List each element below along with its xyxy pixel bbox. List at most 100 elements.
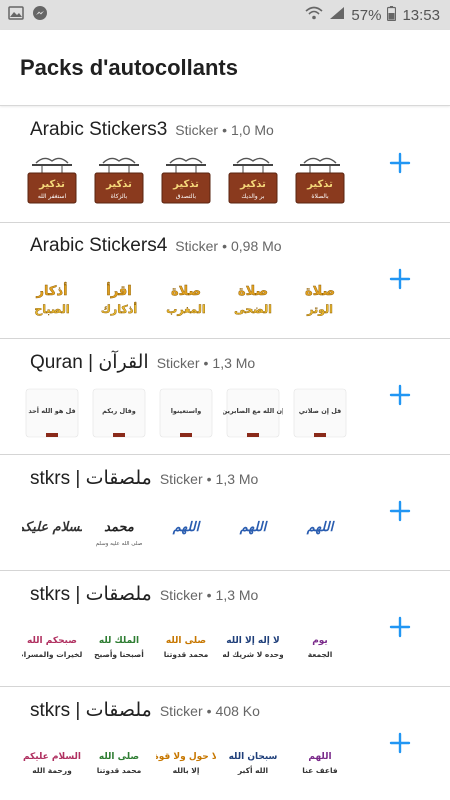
sticker-text: اللهم — [306, 520, 336, 535]
sticker-thumbnail: تذكير بر والديك — [228, 157, 278, 204]
sticker-text: تذكير — [38, 179, 65, 190]
pack-meta-separator: • — [206, 471, 212, 487]
sticker-subtext: الضحى — [234, 303, 272, 316]
sticker-text: تذكير — [306, 179, 333, 190]
sticker-thumbnail: محمد صلى الله عليه وسلم — [96, 520, 143, 547]
pack-header: Arabic Stickers4 Sticker • 0,98 Mo — [30, 235, 282, 257]
sticker-text: واستعينوا — [171, 407, 202, 415]
sticker-preview-strip: قل هو الله أحد وقال ربكم واستعينوا إن الله … — [22, 383, 350, 443]
sticker-text: اللهم — [239, 520, 269, 535]
sticker-text: قل هو الله أحد — [28, 406, 75, 415]
sticker-pack-row[interactable]: Arabic Stickers4 Sticker • 0,98 Mo أذكار الصب… — [0, 223, 450, 339]
sticker-thumbnail: قل إن صلاتي — [293, 388, 347, 438]
sticker-subtext: بر والديك — [241, 193, 264, 200]
messenger-notification-icon — [32, 5, 48, 26]
sticker-subtext: محمد قدوتنا — [164, 650, 209, 659]
pack-header: Quran | القرآن Sticker • 1,3 Mo — [30, 351, 255, 374]
sticker-subtext: أذكارك — [101, 302, 137, 316]
sticker-thumbnail: أذكار الصباح — [34, 282, 70, 316]
sticker-thumbnail: الملك لله أصبحنا وأصبح — [94, 636, 144, 659]
pack-header: stkrs | ملصقات Sticker • 1,3 Mo — [30, 467, 258, 490]
sticker-thumbnail: تذكير بالزكاة — [94, 157, 144, 204]
sticker-pack-list: Arabic Stickers3 Sticker • 1,0 Mo تذكير استغف… — [0, 107, 450, 800]
pack-name: Arabic Stickers3 — [30, 119, 168, 140]
add-pack-button[interactable] — [384, 147, 416, 179]
sticker-thumbnail: يوم الجمعة — [308, 636, 333, 659]
sticker-thumbnail: وقال ربكم — [92, 388, 146, 438]
pack-name: stkrs | ملصقات — [30, 700, 152, 721]
sticker-subtext: محمد قدوتنا — [97, 766, 142, 775]
sticker-pack-row[interactable]: stkrs | ملصقات Sticker•1,3 Mo السلام عليكم… — [0, 455, 450, 571]
sticker-text: صلى الله — [99, 752, 139, 762]
add-pack-button[interactable] — [384, 611, 416, 643]
sticker-text: السلام عليكم — [22, 520, 82, 535]
plus-icon — [389, 268, 411, 290]
pack-meta: Sticker • 1,3 Mo — [160, 471, 259, 487]
pack-meta: Sticker • 1,3 Mo — [157, 355, 256, 371]
pack-name: Arabic Stickers4 — [30, 235, 168, 256]
sticker-subtext: المغرب — [166, 303, 205, 316]
sticker-preview-strip: أذكار الصباح اقرأ أذكارك صلاة المغرب صلاة الضحى… — [22, 267, 350, 327]
sticker-text: صلاة — [238, 284, 268, 299]
sticker-thumbnail: السلام عليكم ورحمة الله — [23, 752, 81, 775]
sticker-text: السلام عليكم — [23, 752, 81, 762]
sticker-subtext: الله أكبر — [237, 765, 268, 775]
pack-size: 1,3 Mo — [215, 587, 259, 603]
sticker-text: لا حول ولا قوة — [156, 752, 216, 762]
pack-meta: Sticker • 1,0 Mo — [175, 122, 274, 138]
pack-publisher: Sticker — [159, 703, 203, 719]
sticker-text: صلاة — [171, 284, 201, 299]
sticker-thumbnail: صلاة الوتر — [305, 284, 336, 316]
sticker-thumbnail: قل هو الله أحد — [25, 388, 79, 438]
sticker-thumbnail: إن الله مع الصابرين — [223, 388, 283, 438]
sticker-thumbnail: اقرأ أذكارك — [101, 282, 138, 316]
sticker-subtext: أصبحنا وأصبح — [94, 649, 144, 659]
sticker-thumbnail: صلاة الضحى — [234, 284, 272, 316]
sticker-text: اللهم — [308, 752, 331, 762]
sticker-pack-row[interactable]: stkrs | ملصقات Sticker • 408 Ko السلام عليكم… — [0, 687, 450, 800]
pack-name: Quran | القرآن — [30, 352, 149, 373]
sticker-thumbnail: تذكير استغفر الله — [27, 157, 77, 204]
add-pack-button[interactable] — [384, 495, 416, 527]
sticker-thumbnail: تذكير بالتصدق — [161, 157, 211, 204]
sticker-thumbnail: تذكير بالصلاة — [295, 157, 345, 204]
sticker-thumbnail: واستعينوا — [159, 388, 213, 438]
pack-publisher: Sticker — [159, 587, 203, 603]
status-bar: 57% 13:53 — [0, 0, 450, 30]
pack-size: 1,3 Mo — [212, 355, 256, 371]
add-pack-button[interactable] — [384, 727, 416, 759]
plus-icon — [389, 732, 411, 754]
plus-icon — [389, 152, 411, 174]
signal-icon — [329, 6, 345, 24]
gallery-notification-icon — [8, 5, 24, 25]
sticker-subtext: الجمعة — [308, 650, 333, 659]
add-pack-button[interactable] — [384, 263, 416, 295]
page-title: Packs d'autocollants — [20, 54, 238, 80]
wifi-icon — [305, 6, 323, 24]
sticker-thumbnail: لا حول ولا قوة إلا بالله — [156, 752, 216, 775]
sticker-text: وقال ربكم — [102, 407, 136, 415]
sticker-text: تذكير — [105, 179, 132, 190]
pack-meta-separator: • — [203, 355, 209, 371]
app-bar: Packs d'autocollants — [0, 30, 450, 106]
sticker-subtext: إلا بالله — [173, 766, 200, 775]
sticker-pack-row[interactable]: Quran | القرآن Sticker • 1,3 Mo قل هو الله أ… — [0, 339, 450, 455]
plus-icon — [389, 500, 411, 522]
pack-publisher: Sticker — [159, 471, 203, 487]
pack-header: stkrs | ملصقات Sticker • 408 Ko — [30, 699, 260, 722]
pack-meta-separator: • — [206, 587, 212, 603]
add-pack-button[interactable] — [384, 379, 416, 411]
sticker-subtext: بالصلاة — [311, 193, 329, 200]
sticker-pack-row[interactable]: Arabic Stickers3 Sticker • 1,0 Mo تذكير استغف… — [0, 107, 450, 223]
sticker-preview-strip: السلام عليكم ورحمة الله صلى الله محمد قدوتن… — [22, 731, 350, 791]
pack-publisher: Sticker — [175, 122, 219, 138]
sticker-thumbnail: لا إله إلا الله وحده لا شريك له — [223, 636, 283, 659]
pack-size: 1,3 Mo — [215, 471, 259, 487]
sticker-preview-strip: السلام عليكم محمد صلى الله عليه وسلم اللهم ا… — [22, 499, 350, 559]
pack-meta-separator: • — [222, 238, 227, 254]
sticker-text: لا إله إلا الله — [226, 636, 279, 646]
sticker-pack-row[interactable]: stkrs | ملصقات Sticker•1,3 Mo صبحكم الله با… — [0, 571, 450, 687]
pack-meta-separator: • — [206, 703, 212, 719]
pack-meta-separator: • — [222, 122, 227, 138]
sticker-thumbnail: سبحان الله الله أكبر — [229, 752, 278, 775]
